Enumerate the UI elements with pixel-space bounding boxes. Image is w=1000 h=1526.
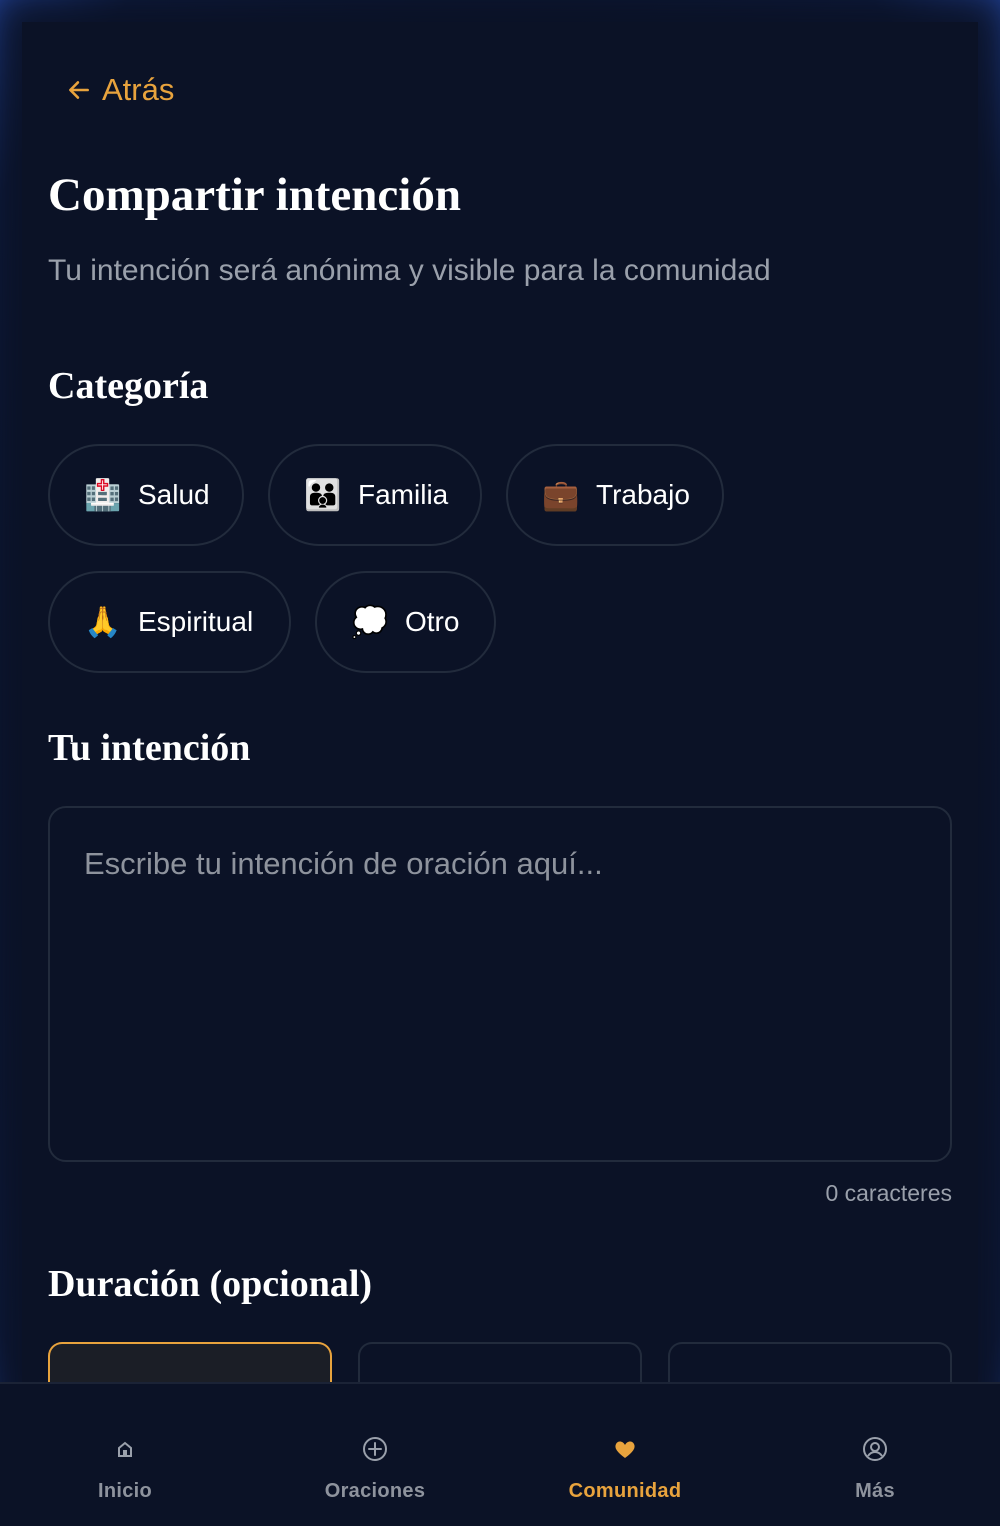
back-button[interactable]: Atrás bbox=[66, 70, 174, 110]
nav-item-comunidad[interactable]: Comunidad bbox=[500, 1384, 750, 1526]
duration-heading: Duración (opcional) bbox=[48, 1263, 373, 1305]
bottom-nav: Inicio Oraciones Comunidad Más bbox=[0, 1382, 1000, 1526]
hospital-icon: 🏥 bbox=[84, 477, 122, 513]
category-chip-label: Trabajo bbox=[596, 479, 690, 510]
nav-label: Inicio bbox=[97, 1480, 153, 1502]
page-title: Compartir intención bbox=[48, 169, 461, 221]
home-icon bbox=[112, 1436, 138, 1462]
arrow-left-icon bbox=[69, 81, 89, 99]
family-icon: 👪 bbox=[304, 477, 342, 513]
nav-label: Oraciones bbox=[324, 1480, 426, 1502]
category-chip-espiritual[interactable]: 🙏 Espiritual bbox=[48, 571, 291, 673]
thought-bubble-icon: 💭 bbox=[351, 604, 389, 640]
category-chip-label: Salud bbox=[138, 479, 210, 510]
category-chip-familia[interactable]: 👪 Familia bbox=[268, 444, 482, 546]
back-label: Atrás bbox=[102, 72, 175, 107]
nav-item-oraciones[interactable]: Oraciones bbox=[250, 1384, 500, 1526]
nav-item-inicio[interactable]: Inicio bbox=[0, 1384, 250, 1526]
briefcase-icon: 💼 bbox=[542, 477, 580, 513]
category-chip-trabajo[interactable]: 💼 Trabajo bbox=[506, 444, 724, 546]
category-heading: Categoría bbox=[48, 365, 209, 407]
intention-textarea[interactable]: Escribe tu intención de oración aquí... bbox=[48, 806, 952, 1162]
category-chip-label: Otro bbox=[405, 606, 460, 637]
intention-heading: Tu intención bbox=[48, 727, 251, 769]
praying-hands-icon: 🙏 bbox=[84, 604, 122, 640]
character-counter: 0 caracteres bbox=[825, 1180, 952, 1206]
nav-label: Comunidad bbox=[568, 1480, 682, 1502]
nav-item-mas[interactable]: Más bbox=[750, 1384, 1000, 1526]
category-chip-otro[interactable]: 💭 Otro bbox=[315, 571, 496, 673]
category-chip-label: Familia bbox=[358, 479, 449, 510]
heart-hands-icon bbox=[612, 1436, 638, 1462]
user-circle-icon bbox=[862, 1436, 888, 1462]
plus-circle-icon bbox=[362, 1436, 388, 1462]
nav-label: Más bbox=[855, 1480, 895, 1502]
intention-placeholder: Escribe tu intención de oración aquí... bbox=[84, 846, 603, 881]
category-chip-salud[interactable]: 🏥 Salud bbox=[48, 444, 244, 546]
page-subtitle: Tu intención será anónima y visible para… bbox=[48, 254, 771, 287]
category-chip-label: Espiritual bbox=[138, 606, 254, 637]
